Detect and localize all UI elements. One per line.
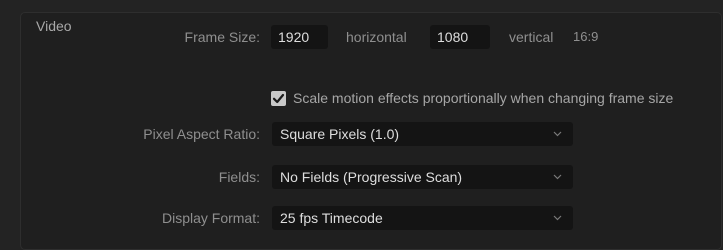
aspect-ratio-readout: 16:9: [573, 29, 599, 44]
scale-motion-label: Scale motion effects proportionally when…: [293, 90, 674, 106]
frame-size-label: Frame Size:: [184, 29, 260, 45]
scale-motion-checkbox[interactable]: [271, 91, 286, 106]
pixel-aspect-dropdown[interactable]: Square Pixels (1.0): [272, 122, 573, 146]
frame-width-unit: horizontal: [346, 29, 407, 45]
display-format-label: Display Format:: [161, 210, 260, 226]
fields-value: No Fields (Progressive Scan): [280, 169, 463, 185]
display-format-dropdown[interactable]: 25 fps Timecode: [272, 206, 573, 230]
fields-dropdown[interactable]: No Fields (Progressive Scan): [272, 165, 573, 189]
frame-height-unit: vertical: [509, 29, 554, 45]
display-format-value: 25 fps Timecode: [280, 210, 383, 226]
fields-label: Fields:: [218, 169, 260, 185]
frame-height-input[interactable]: 1080: [430, 25, 490, 49]
pixel-aspect-value: Square Pixels (1.0): [280, 126, 400, 142]
frame-width-input[interactable]: 1920: [271, 25, 328, 49]
chevron-down-icon: [553, 174, 562, 180]
chevron-down-icon: [553, 215, 562, 221]
pixel-aspect-label: Pixel Aspect Ratio:: [143, 126, 260, 142]
checkmark-icon: [272, 93, 285, 104]
chevron-down-icon: [553, 131, 562, 137]
